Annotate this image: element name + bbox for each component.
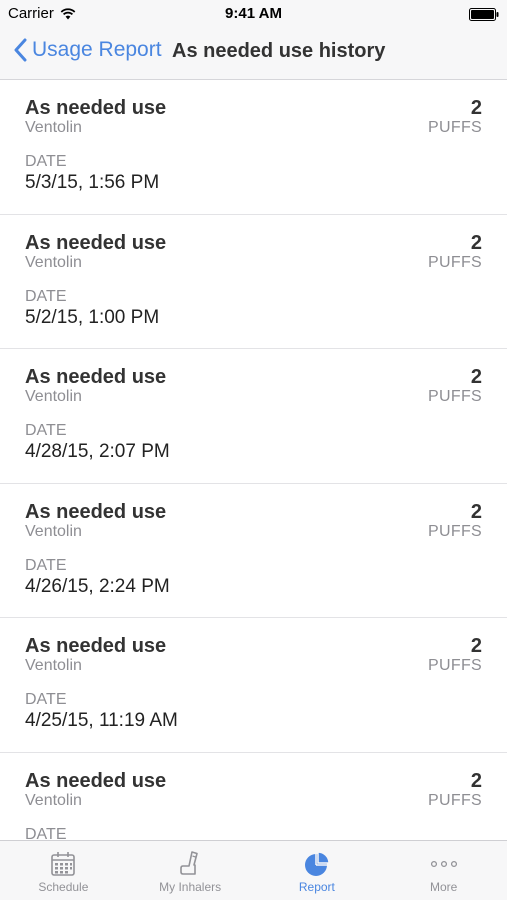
- tab-my-inhalers[interactable]: My Inhalers: [127, 841, 254, 900]
- puff-count: 2: [470, 500, 482, 523]
- date-label: DATE: [25, 556, 67, 574]
- tab-report[interactable]: Report: [254, 841, 381, 900]
- date-label: DATE: [25, 691, 67, 708]
- puff-count: 2: [470, 231, 482, 254]
- puff-unit: PUFFS: [428, 388, 482, 405]
- inhaler-icon: [180, 851, 198, 875]
- back-button-label: Usage Report: [32, 38, 162, 61]
- puff-unit: PUFFS: [428, 522, 482, 540]
- entry-title: As needed use: [25, 231, 167, 254]
- navigation-bar: Usage Report As needed use history: [0, 28, 507, 80]
- puff-count: 2: [470, 97, 482, 119]
- entry-title: As needed use: [25, 97, 167, 119]
- puff-count: 2: [470, 769, 482, 792]
- entry-title: As needed use: [25, 500, 167, 523]
- medication-name: Ventolin: [25, 119, 82, 136]
- more-dots-icon: [430, 860, 457, 868]
- date-value: 5/3/15, 1:56 PM: [25, 172, 160, 193]
- entry-title: As needed use: [25, 366, 167, 388]
- list-item[interactable]: As needed use Ventolin 2 PUFFS DATE 4/25…: [0, 618, 507, 753]
- date-value: 4/26/15, 2:24 PM: [25, 575, 170, 597]
- tab-label: My Inhalers: [159, 880, 222, 894]
- tab-label: Schedule: [38, 880, 89, 894]
- entry-title: As needed use: [25, 635, 167, 657]
- date-value: 4/28/15, 2:07 PM: [25, 441, 170, 462]
- list-item[interactable]: As needed use Ventolin 2 PUFFS DATE 5/3/…: [0, 80, 507, 215]
- puff-count: 2: [470, 366, 482, 388]
- medication-name: Ventolin: [25, 791, 82, 809]
- puff-unit: PUFFS: [428, 119, 482, 136]
- calendar-icon: [51, 852, 76, 876]
- list-item[interactable]: As needed use Ventolin 2 PUFFS DATE 5/2/…: [0, 215, 507, 349]
- list-item[interactable]: As needed use Ventolin 2 PUFFS DATE 4/28…: [0, 349, 507, 484]
- puff-unit: PUFFS: [428, 657, 482, 674]
- battery-icon: [469, 8, 499, 21]
- status-time: 9:41 AM: [225, 5, 282, 22]
- date-label: DATE: [25, 153, 67, 170]
- date-label: DATE: [25, 287, 67, 305]
- entry-title: As needed use: [25, 769, 167, 792]
- medication-name: Ventolin: [25, 657, 82, 674]
- date-value: 5/2/15, 1:00 PM: [25, 306, 160, 328]
- list-item[interactable]: As needed use Ventolin 2 PUFFS DATE 4/26…: [0, 484, 507, 618]
- tab-more[interactable]: More: [380, 841, 507, 900]
- date-label: DATE: [25, 422, 67, 439]
- pie-chart-icon: [304, 851, 330, 876]
- page-title: As needed use history: [172, 40, 386, 62]
- medication-name: Ventolin: [25, 253, 82, 271]
- tab-schedule[interactable]: Schedule: [0, 841, 127, 900]
- status-bar: Carrier 9:41 AM: [0, 0, 507, 28]
- back-button[interactable]: Usage Report: [14, 38, 162, 62]
- history-list[interactable]: As needed use Ventolin 2 PUFFS DATE 5/3/…: [0, 80, 507, 840]
- date-value: 4/25/15, 11:19 AM: [25, 710, 178, 731]
- tab-label: Report: [298, 880, 335, 894]
- tab-label: More: [429, 880, 458, 894]
- date-label: DATE: [25, 825, 67, 841]
- medication-name: Ventolin: [25, 388, 82, 405]
- medication-name: Ventolin: [25, 522, 82, 540]
- tab-bar: Schedule My Inhalers Report More: [0, 840, 507, 900]
- list-item[interactable]: As needed use Ventolin 2 PUFFS DATE: [0, 753, 507, 841]
- puff-unit: PUFFS: [428, 253, 482, 271]
- puff-count: 2: [470, 635, 482, 657]
- puff-unit: PUFFS: [428, 791, 482, 809]
- chevron-left-icon: [14, 38, 27, 62]
